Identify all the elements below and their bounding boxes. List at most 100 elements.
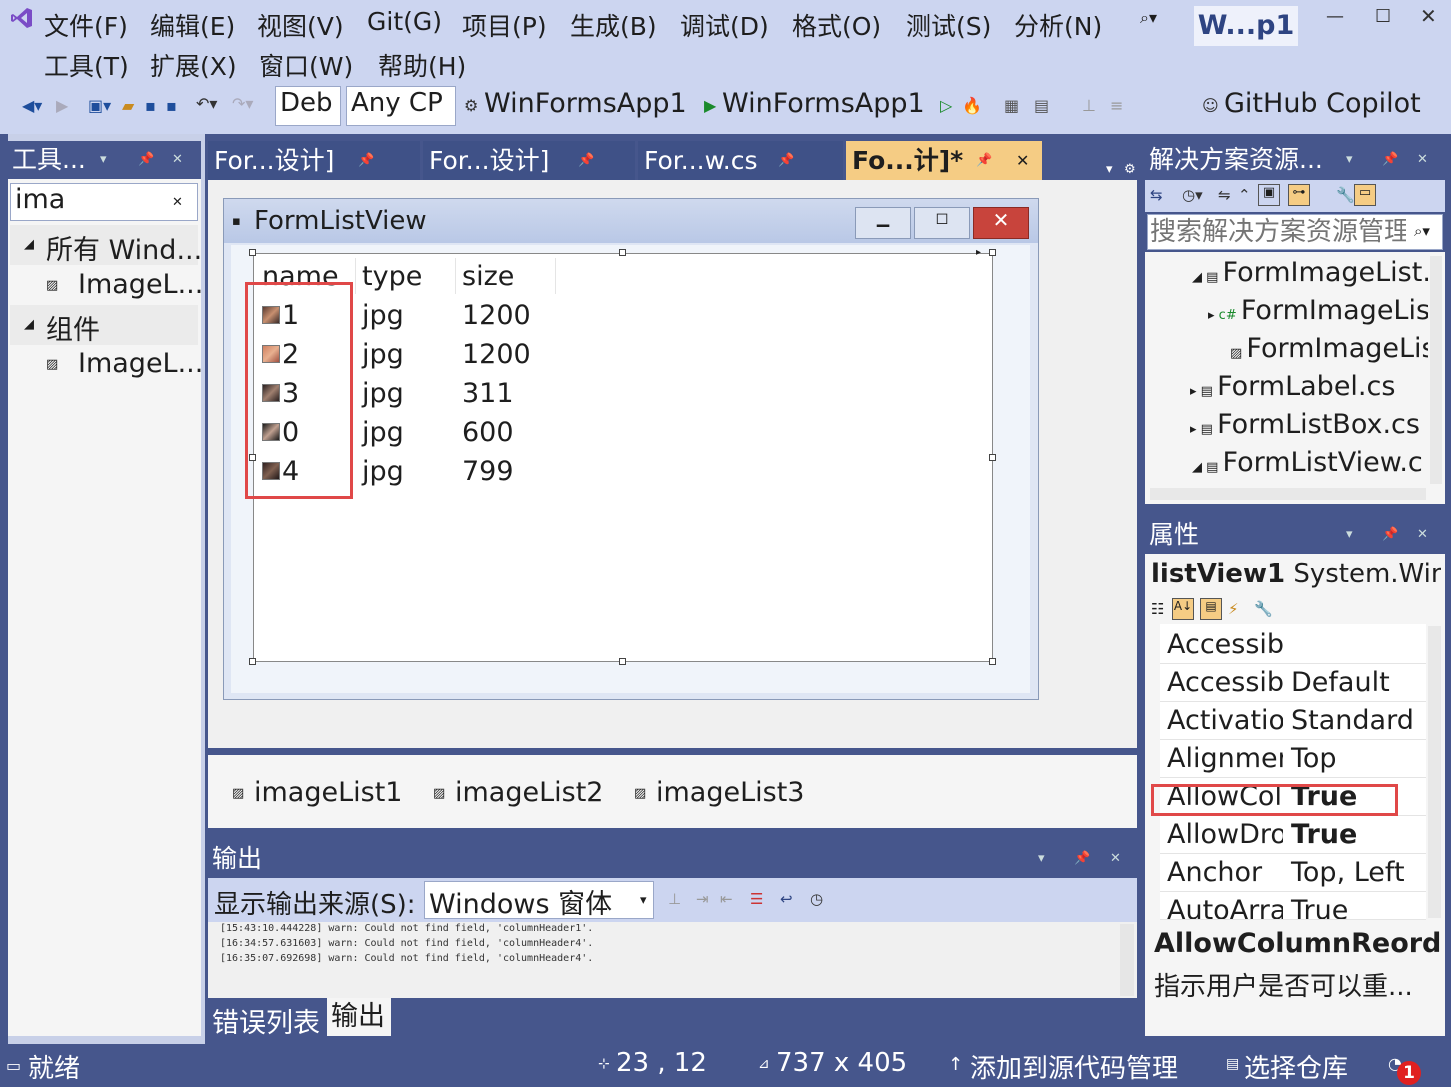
column-header-type[interactable]: type: [362, 261, 422, 292]
timestamp-icon[interactable]: ◷: [810, 890, 823, 908]
menu-file[interactable]: 文件(F): [44, 7, 128, 43]
properties-close-icon[interactable]: ✕: [1417, 527, 1428, 542]
menu-tools[interactable]: 工具(T): [44, 47, 129, 83]
object-selector[interactable]: listView1 System.Win: [1151, 559, 1441, 589]
form-maximize-button[interactable]: ◻: [914, 207, 970, 239]
menu-test[interactable]: 测试(S): [906, 7, 991, 43]
close-window-icon[interactable]: ✕: [1420, 4, 1437, 28]
menu-format[interactable]: 格式(O): [792, 7, 881, 43]
minimize-window-icon[interactable]: —: [1326, 6, 1344, 27]
clear-all-icon[interactable]: ☰: [750, 890, 763, 908]
preview-icon[interactable]: ⊶: [1288, 184, 1310, 206]
pin-icon[interactable]: 📌: [578, 141, 594, 180]
menu-view[interactable]: 视图(V): [257, 7, 344, 43]
tree-item[interactable]: ◢ ▤ FormListView.c: [1192, 447, 1428, 478]
collapse-all-icon[interactable]: ⌃: [1238, 186, 1251, 204]
notification-badge[interactable]: 1: [1397, 1061, 1421, 1085]
component-imagelist1[interactable]: imageList1: [254, 777, 402, 808]
redo-icon[interactable]: ↷▾: [232, 94, 253, 113]
property-row[interactable]: Accessibl Default: [1160, 664, 1426, 702]
add-to-source-control-button[interactable]: 添加到源代码管理: [970, 1048, 1178, 1085]
open-folder-icon[interactable]: ▰: [122, 96, 134, 115]
forward-icon[interactable]: ▶: [56, 96, 68, 115]
pin-icon[interactable]: 📌: [976, 141, 992, 180]
tree-vertical-scrollbar[interactable]: [1430, 256, 1442, 484]
format-icon[interactable]: ≡: [1110, 96, 1123, 115]
tab-overflow-icon[interactable]: ▾: [1106, 162, 1113, 177]
github-copilot-button[interactable]: GitHub Copilot: [1224, 88, 1421, 119]
settings-gear-icon[interactable]: ⚙: [1124, 162, 1136, 177]
layout-icon[interactable]: ▤: [1034, 96, 1049, 115]
smart-tag-icon[interactable]: ▸: [976, 247, 981, 258]
property-value[interactable]: Default: [1291, 664, 1390, 702]
maximize-window-icon[interactable]: ☐: [1375, 6, 1391, 27]
menu-help[interactable]: 帮助(H): [378, 47, 466, 83]
pin-icon[interactable]: 📌: [778, 141, 794, 180]
menu-extensions[interactable]: 扩展(X): [150, 47, 237, 83]
resize-handle[interactable]: [619, 658, 626, 665]
menu-analyze[interactable]: 分析(N): [1014, 7, 1102, 43]
resize-handle[interactable]: [249, 249, 256, 256]
sync-icon[interactable]: ⇆: [1150, 186, 1163, 204]
menu-git[interactable]: Git(G): [367, 7, 442, 36]
platform-dropdown[interactable]: Any CP: [346, 86, 456, 126]
output-scrollbar[interactable]: [1120, 924, 1134, 996]
doc-tab-1[interactable]: For...设计] 📌: [208, 141, 420, 180]
properties-menu-icon[interactable]: ▾: [1346, 527, 1353, 542]
property-value[interactable]: True: [1291, 816, 1357, 854]
goto-next-icon[interactable]: ⇤: [720, 890, 733, 908]
find-prev-icon[interactable]: ⊥: [668, 890, 681, 908]
run-target-button[interactable]: WinFormsApp1: [722, 88, 925, 119]
menu-debug[interactable]: 调试(D): [680, 7, 769, 43]
categorized-icon[interactable]: ☷: [1151, 600, 1164, 618]
solution-close-icon[interactable]: ✕: [1417, 152, 1428, 167]
solution-pin-icon[interactable]: 📌: [1382, 152, 1398, 167]
tab-error-list[interactable]: 错误列表: [212, 1001, 320, 1040]
browse-icon[interactable]: ▦: [1004, 96, 1019, 115]
tab-output[interactable]: 输出: [327, 998, 391, 1036]
word-wrap-icon[interactable]: ↩: [780, 890, 793, 908]
property-row[interactable]: Alignmer Top: [1160, 740, 1426, 778]
start-without-debug-icon[interactable]: ▷: [940, 96, 952, 115]
toolbox-search-input[interactable]: ima: [10, 183, 198, 221]
new-project-icon[interactable]: ▣▾: [88, 96, 111, 115]
resize-handle[interactable]: [249, 658, 256, 665]
doc-tab-3[interactable]: For...w.cs 📌: [638, 141, 843, 180]
resize-handle[interactable]: [989, 658, 996, 665]
property-row[interactable]: Activatior Standard: [1160, 702, 1426, 740]
property-row[interactable]: Accessibl: [1160, 626, 1426, 664]
form-minimize-button[interactable]: ▁: [855, 207, 911, 239]
properties-pin-icon[interactable]: 📌: [1382, 527, 1398, 542]
property-value[interactable]: True: [1291, 892, 1348, 919]
property-row[interactable]: AutoArra True: [1160, 892, 1426, 920]
start-debug-icon[interactable]: ▶: [704, 96, 716, 115]
column-header-size[interactable]: size: [462, 261, 514, 292]
solution-search-input[interactable]: [1150, 216, 1406, 248]
select-repository-button[interactable]: 选择仓库: [1244, 1048, 1348, 1085]
doc-tab-active[interactable]: Fo...计]* 📌 ✕: [846, 141, 1042, 180]
output-menu-icon[interactable]: ▾: [1038, 851, 1045, 866]
output-source-dropdown[interactable]: Windows 窗体: [424, 881, 654, 920]
resize-handle[interactable]: [989, 454, 996, 461]
toolbox-close-icon[interactable]: ✕: [172, 152, 183, 167]
property-row[interactable]: AllowDro True: [1160, 816, 1426, 854]
output-pin-icon[interactable]: 📌: [1074, 851, 1090, 866]
component-imagelist2[interactable]: imageList2: [455, 777, 603, 808]
toolbox-item-imagelist[interactable]: ▨ ImageL...: [10, 266, 203, 306]
toolbox-group-components[interactable]: ◢ 组件: [10, 305, 198, 346]
menu-edit[interactable]: 编辑(E): [150, 7, 235, 43]
resize-handle[interactable]: [619, 249, 626, 256]
search-icon[interactable]: ⌕▾: [1140, 8, 1157, 28]
tree-item[interactable]: ▸ ▤ FormLabel.cs: [1190, 371, 1428, 402]
back-icon[interactable]: ◀▾: [22, 96, 42, 115]
property-value[interactable]: Standard: [1291, 702, 1414, 740]
undo-icon[interactable]: ↶▾: [196, 94, 217, 113]
menu-window[interactable]: 窗口(W): [259, 47, 353, 83]
save-icon[interactable]: ▪: [145, 96, 156, 115]
toolbox-group-all[interactable]: ◢ 所有 Wind...: [10, 225, 202, 266]
show-all-files-icon[interactable]: ▣: [1258, 184, 1280, 206]
tab-close-icon[interactable]: ✕: [1016, 141, 1029, 180]
align-icon[interactable]: ⊥: [1082, 96, 1096, 115]
property-grid-scrollbar[interactable]: [1428, 626, 1441, 918]
output-close-icon[interactable]: ✕: [1110, 851, 1121, 866]
